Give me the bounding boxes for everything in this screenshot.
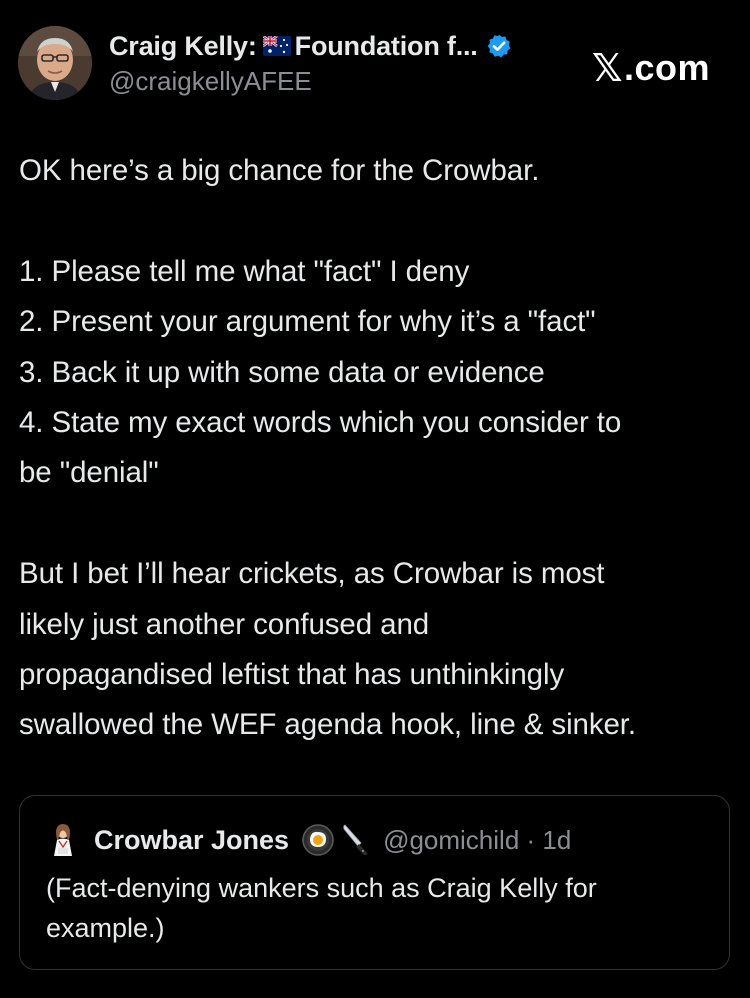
kitchen-knife-icon <box>341 823 371 857</box>
tweet-list-item: 1. Please tell me what "fact" I deny <box>19 254 470 288</box>
tweet-list-item: 4. State my exact words which you consid… <box>19 406 622 440</box>
tweet-header: Craig Kelly: Foundation f... @craigkelly… <box>18 22 732 102</box>
tweet-line: propagandised leftist that has unthinkin… <box>19 658 565 692</box>
quoted-author-name[interactable]: Crowbar Jones <box>94 825 289 856</box>
quoted-author-handle-and-time[interactable]: @gomichild · 1d <box>383 825 571 856</box>
tweet-line: swallowed the WEF agenda hook, line & si… <box>19 708 636 742</box>
tweet-line: But I bet I’ll hear crickets, as Crowbar… <box>19 557 605 591</box>
brand-suffix: .com <box>623 47 710 88</box>
author-display-name[interactable]: Craig Kelly: <box>109 31 257 62</box>
x-brand-logo: 𝕏 .com <box>592 46 710 90</box>
author-name-row[interactable]: Craig Kelly: Foundation f... <box>109 28 512 64</box>
quoted-tweet-header: Crowbar Jones @gomichild · 1d <box>46 822 571 858</box>
tweet-list-item: 2. Present your argument for why it’s a … <box>19 305 596 339</box>
tweet-line: OK here’s a big chance for the Crowbar. <box>19 154 540 187</box>
quoted-text-line: example.) <box>46 913 165 943</box>
author-avatar[interactable] <box>18 26 92 100</box>
frying-pan-egg-icon <box>301 823 335 857</box>
quoted-author-avatar[interactable] <box>46 823 80 857</box>
author-handle[interactable]: @craigkellyAFEE <box>109 66 312 97</box>
tweet-list-item: 3. Back it up with some data or evidence <box>19 355 545 389</box>
quoted-tweet-text: (Fact-denying wankers such as Craig Kell… <box>46 868 706 948</box>
tweet-list-item-continued: be "denial" <box>19 456 159 490</box>
tweet-line: likely just another confused and <box>19 607 430 641</box>
quoted-text-line: (Fact-denying wankers such as Craig Kell… <box>46 873 597 903</box>
australia-flag-icon <box>262 36 291 56</box>
tweet-text: OK here’s a big chance for the Crowbar. … <box>19 146 735 751</box>
x-logo-icon: 𝕏 <box>591 46 623 90</box>
author-display-name-suffix[interactable]: Foundation f... <box>295 31 478 62</box>
quoted-tweet-card[interactable]: Crowbar Jones @gomichild · 1d (Fact-deny… <box>19 795 730 970</box>
verified-badge-icon[interactable] <box>486 33 512 59</box>
